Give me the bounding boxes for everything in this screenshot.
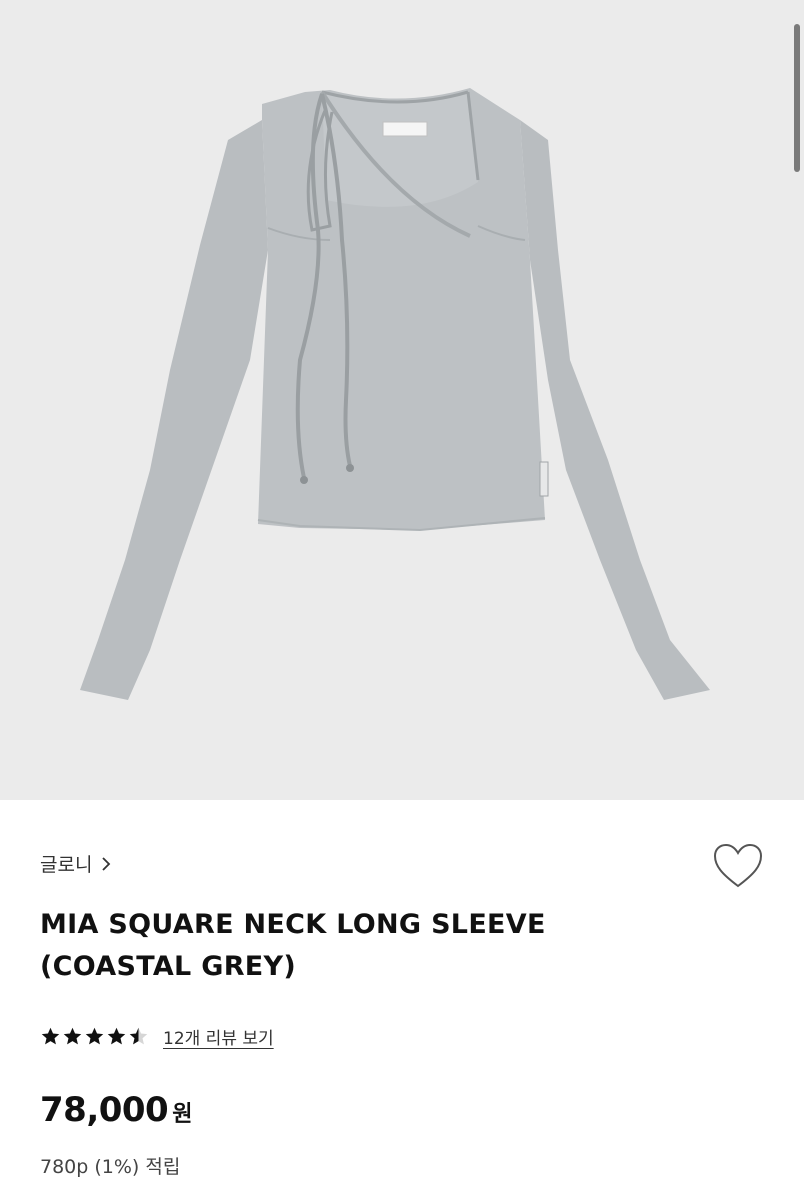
heart-outline-icon[interactable]: [712, 842, 764, 890]
star-icon: [63, 1027, 82, 1045]
product-info: 글로니 MIA SQUARE NECK LONG SLEEVE (COASTAL…: [0, 800, 804, 1200]
star-icon: [41, 1027, 60, 1045]
star-icon: [85, 1027, 104, 1045]
star-half-icon: [129, 1027, 148, 1045]
brand-link[interactable]: 글로니: [40, 850, 112, 877]
product-photo-longsleeve: [80, 88, 710, 700]
review-link[interactable]: 12개 리뷰 보기: [163, 1024, 274, 1049]
rating-row: 12개 리뷰 보기: [40, 1024, 274, 1049]
product-image[interactable]: [0, 0, 804, 800]
product-title-line2: (COASTAL GREY): [40, 951, 297, 982]
star-icon: [107, 1027, 126, 1045]
product-title-line1: MIA SQUARE NECK LONG SLEEVE: [40, 909, 546, 940]
price: 78,000 원: [40, 1090, 192, 1130]
brand-name: 글로니: [40, 854, 93, 876]
reward-points: 780p (1%) 적립: [40, 1156, 181, 1178]
scrollbar[interactable]: [794, 24, 800, 172]
product-title: MIA SQUARE NECK LONG SLEEVE (COASTAL GRE…: [40, 904, 680, 988]
price-amount: 78,000: [40, 1090, 169, 1130]
price-currency: 원: [172, 1102, 193, 1127]
chevron-right-icon: [102, 856, 111, 871]
star-rating: [40, 1026, 149, 1047]
